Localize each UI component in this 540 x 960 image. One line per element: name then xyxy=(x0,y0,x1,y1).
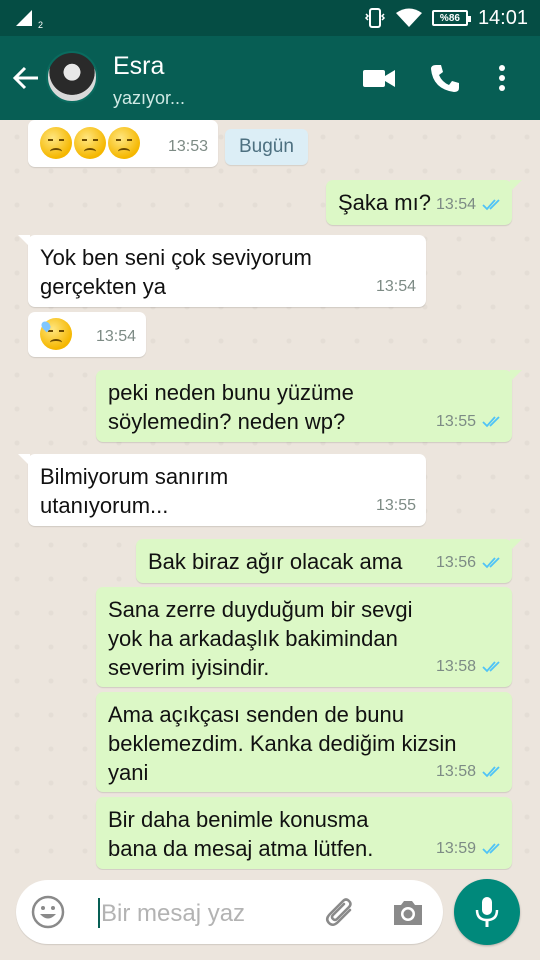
avatar[interactable] xyxy=(46,51,98,103)
message-meta: 13:54 xyxy=(96,322,136,351)
message-meta: 13:55 xyxy=(376,491,416,520)
double-check-icon xyxy=(482,415,500,427)
text-caret xyxy=(98,898,100,928)
back-arrow-icon[interactable] xyxy=(12,64,40,92)
message-bubble-incoming[interactable]: Yok ben seni çok seviyorum gerçekten ya … xyxy=(18,235,426,307)
attach-icon[interactable] xyxy=(324,896,358,930)
more-vert-icon[interactable] xyxy=(485,62,519,94)
message-bubble-outgoing[interactable]: Bak biraz ağır olacak ama 13:56 xyxy=(136,539,522,583)
message-time: 13:55 xyxy=(435,413,476,430)
message-bubble-incoming[interactable]: 13:53 xyxy=(28,120,218,167)
disappointed-face-icon xyxy=(74,127,106,160)
message-bubble-outgoing[interactable]: Ama açıkçası senden de bunu beklemezdim.… xyxy=(96,692,512,792)
contact-status: yazıyor... xyxy=(113,88,186,108)
wifi-icon xyxy=(395,8,422,27)
message-meta: 13:54 xyxy=(376,272,416,301)
message-meta: 13:59 xyxy=(436,834,502,863)
message-text: Bilmiyorum sanırım utanıyorum... xyxy=(40,464,229,518)
message-bubble-outgoing[interactable]: Sana zerre duyduğum bir sevgi yok ha ark… xyxy=(96,587,512,687)
message-meta: 13:58 xyxy=(436,757,502,786)
double-check-icon xyxy=(482,765,500,777)
disappointed-face-icon xyxy=(40,127,72,160)
camera-icon[interactable] xyxy=(391,896,425,930)
double-check-icon xyxy=(482,198,500,210)
message-meta: 13:55 xyxy=(436,407,502,436)
double-check-icon xyxy=(482,556,500,568)
message-meta: 13:54 xyxy=(436,190,502,219)
message-bubble-incoming[interactable]: Bilmiyorum sanırım utanıyorum... 13:55 xyxy=(18,454,426,526)
emoji-icon[interactable] xyxy=(31,895,65,929)
message-input[interactable]: Bir mesaj yaz xyxy=(101,900,245,928)
message-time: 13:59 xyxy=(435,840,476,857)
message-meta: 13:58 xyxy=(436,652,502,681)
composer-bar: Bir mesaj yaz xyxy=(0,870,540,960)
battery-level: %86 xyxy=(439,12,460,24)
contact-name[interactable]: Esra xyxy=(113,52,164,81)
date-chip: Bugün xyxy=(225,129,308,165)
disappointed-face-icon xyxy=(108,127,140,160)
vibrate-icon xyxy=(364,8,385,28)
message-meta: 13:53 xyxy=(168,132,208,161)
message-bubble-outgoing[interactable]: Şaka mı? 13:54 xyxy=(326,180,522,225)
chat-header: Esra yazıyor... xyxy=(0,36,540,120)
message-time: 13:54 xyxy=(375,278,416,295)
battery-indicator: %86 xyxy=(431,10,471,26)
message-time: 13:56 xyxy=(435,554,476,571)
double-check-icon xyxy=(482,660,500,672)
message-time: 13:53 xyxy=(167,138,208,155)
mic-icon xyxy=(475,897,499,927)
message-bubble-incoming[interactable]: 13:54 xyxy=(28,312,146,357)
message-time: 13:54 xyxy=(95,328,136,345)
message-time: 13:58 xyxy=(435,658,476,675)
message-meta: 13:56 xyxy=(436,548,502,577)
message-input-box[interactable]: Bir mesaj yaz xyxy=(16,880,443,944)
downcast-face-with-sweat-icon xyxy=(39,318,72,351)
status-bar: 2 %86 14:01 xyxy=(0,0,540,36)
chat-area[interactable]: 13:53 Bugün Şaka mı? 13:54 Yok ben seni … xyxy=(0,120,540,870)
signal-icon xyxy=(16,10,32,26)
message-time: 13:55 xyxy=(375,497,416,514)
clock: 14:01 xyxy=(477,6,528,29)
message-bubble-outgoing[interactable]: peki neden bunu yüzüme söylemedin? neden… xyxy=(96,370,522,442)
message-time: 13:58 xyxy=(435,763,476,780)
phone-call-icon[interactable] xyxy=(428,62,462,94)
mic-button[interactable] xyxy=(454,879,520,945)
message-text: Yok ben seni çok seviyorum gerçekten ya xyxy=(40,245,312,299)
sim-index: 2 xyxy=(38,20,44,30)
message-time: 13:54 xyxy=(435,196,476,213)
video-call-icon[interactable] xyxy=(362,62,396,94)
double-check-icon xyxy=(482,842,500,854)
message-bubble-outgoing[interactable]: Bir daha benimle konusma bana da mesaj a… xyxy=(96,797,512,869)
